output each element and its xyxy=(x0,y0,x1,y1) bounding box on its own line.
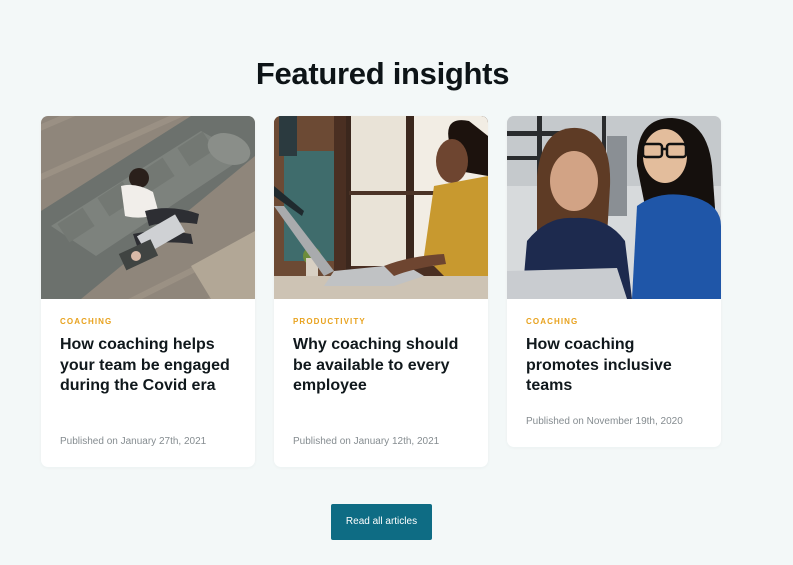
article-title[interactable]: Why coaching should be available to ever… xyxy=(293,335,473,397)
article-date: Published on January 12th, 2021 xyxy=(293,436,440,447)
article-image[interactable] xyxy=(507,116,721,299)
article-image[interactable] xyxy=(41,116,255,299)
article-card[interactable]: PRODUCTIVITY Why coaching should be avai… xyxy=(274,116,488,467)
read-all-articles-button[interactable]: Read all articles xyxy=(331,504,432,540)
article-title[interactable]: How coaching helps your team be engaged … xyxy=(60,335,240,397)
article-category: COACHING xyxy=(526,317,579,326)
article-title[interactable]: How coaching promotes inclusive teams xyxy=(526,335,706,397)
section-title: Featured insights xyxy=(255,56,510,91)
article-date: Published on January 27th, 2021 xyxy=(60,436,207,447)
woman-typing-photo xyxy=(274,116,488,299)
article-category: COACHING xyxy=(60,317,113,326)
article-card[interactable]: COACHING How coaching promotes inclusive… xyxy=(507,116,721,447)
woman-on-sofa-photo xyxy=(41,116,255,299)
two-women-laptop-photo xyxy=(507,116,721,299)
article-category: PRODUCTIVITY xyxy=(293,317,366,326)
article-card[interactable]: COACHING How coaching helps your team be… xyxy=(41,116,255,467)
article-date: Published on November 19th, 2020 xyxy=(526,416,683,427)
article-image[interactable] xyxy=(274,116,488,299)
